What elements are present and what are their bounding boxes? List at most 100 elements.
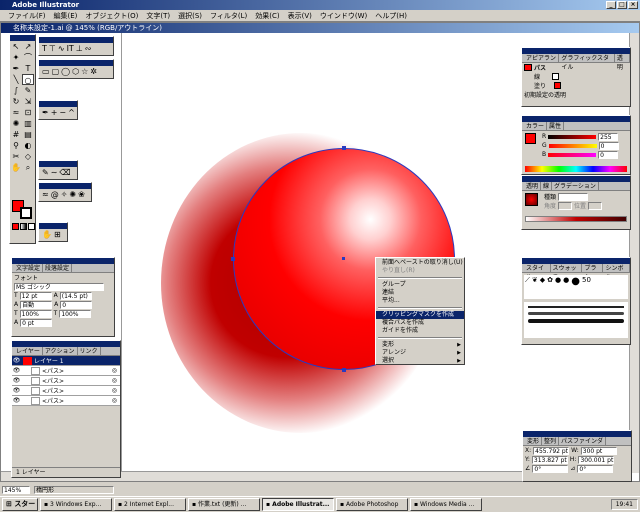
color-mode-button[interactable] <box>12 223 19 230</box>
add-anchor-tool-icon[interactable]: + <box>51 108 58 117</box>
gradient-location-field[interactable] <box>588 201 603 210</box>
context-menu-item[interactable]: アレンジ ▶ <box>376 349 464 357</box>
gradient-angle-field[interactable] <box>558 201 573 210</box>
graph-tool-icon[interactable]: ▥ <box>22 118 34 129</box>
page-tool-icon[interactable]: ⊞ <box>54 230 61 239</box>
blend-tool-icon[interactable]: ◐ <box>22 140 34 151</box>
vertical-scale-field[interactable]: 100% <box>19 309 52 318</box>
brush-swatch[interactable]: ● <box>571 276 580 298</box>
font-size-field[interactable]: 12 pt <box>19 291 52 300</box>
direct-select-tool-icon[interactable]: ↗ <box>22 41 34 52</box>
tab-brushes[interactable]: ブラシ <box>582 264 604 281</box>
target-icon[interactable]: ◎ <box>112 377 117 384</box>
scallop-tool-icon[interactable]: ❀ <box>78 190 85 199</box>
menu-item[interactable]: 表示(V) <box>284 11 316 21</box>
vertical-type-tool-icon[interactable]: ⅠT <box>67 44 74 53</box>
menu-item[interactable]: 文字(T) <box>142 11 174 21</box>
star-tool-icon[interactable]: ☆ <box>81 67 88 76</box>
scissors-tool-icon[interactable]: ✂ <box>10 151 22 162</box>
menu-item[interactable]: ウインドウ(W) <box>316 11 371 21</box>
eye-icon[interactable]: 👁 <box>12 387 21 394</box>
menu-item[interactable]: フィルタ(L) <box>206 11 251 21</box>
tab-links[interactable]: リンク <box>78 347 101 355</box>
smooth-tool-icon[interactable]: ∼ <box>51 168 58 177</box>
tab-transparency[interactable]: 透明 <box>615 54 630 71</box>
taskbar-button[interactable]: ▪ 3 Windows Exp... <box>40 498 112 511</box>
magic-wand-tool-icon[interactable]: ✦ <box>10 52 22 63</box>
brush-stroke[interactable] <box>528 306 624 308</box>
context-menu-item[interactable]: グループ <box>376 281 464 289</box>
menu-item[interactable]: ヘルプ(H) <box>371 11 411 21</box>
brush-stroke[interactable] <box>528 319 624 323</box>
brush-stroke[interactable] <box>528 312 624 315</box>
red-value-field[interactable]: 255 <box>598 132 619 141</box>
symbol-sprayer-tool-icon[interactable]: ✺ <box>10 118 22 129</box>
blue-value-field[interactable]: 0 <box>598 150 619 159</box>
eye-icon[interactable]: 👁 <box>12 367 21 374</box>
hand-tool-icon[interactable]: ✋ <box>10 162 22 173</box>
leading-field[interactable]: (14.5 pt) <box>59 291 92 300</box>
paintbrush-tool-icon[interactable]: ∫ <box>10 85 22 96</box>
tab-transparency2[interactable]: 透明 <box>524 182 542 190</box>
w-field[interactable]: 300 pt <box>580 446 617 455</box>
menu-item[interactable]: 選択(S) <box>174 11 206 21</box>
line-tool-icon[interactable]: ╲ <box>10 74 22 85</box>
vertical-path-type-tool-icon[interactable]: ∾ <box>85 44 92 53</box>
x-field[interactable]: 455.792 pt <box>533 446 570 455</box>
gradient-slider[interactable] <box>525 216 627 222</box>
hand-tool-icon[interactable]: ✋ <box>42 230 52 239</box>
ellipse-tool-icon[interactable]: ○ <box>22 74 34 85</box>
context-menu-item[interactable]: 平均... <box>376 297 464 305</box>
selection-tool-icon[interactable]: ↖ <box>10 41 22 52</box>
tab-pathfinder[interactable]: パスファインダ <box>559 437 607 445</box>
start-button[interactable]: ⊞ スタート <box>2 498 38 511</box>
eyedropper-tool-icon[interactable]: ⚲ <box>10 140 22 151</box>
h-field[interactable]: 300.001 pt <box>578 455 615 464</box>
brush-swatch[interactable]: ⟋ <box>525 276 530 298</box>
layer-sublayer-row[interactable]: 👁 <パス> ◎ <box>12 366 120 376</box>
tab-paragraph[interactable]: 段落設定 <box>43 264 73 272</box>
rotate-tool-icon[interactable]: ↻ <box>10 96 22 107</box>
rectangle-tool-icon[interactable]: ▭ <box>42 67 50 76</box>
brush-swatch[interactable]: ● <box>563 276 569 298</box>
target-icon[interactable]: ◎ <box>112 397 117 404</box>
fill-row[interactable]: 塗り <box>522 81 630 90</box>
warp-tool-icon[interactable]: ≈ <box>42 190 49 199</box>
tab-swatches[interactable]: スウォッチ <box>551 264 583 281</box>
area-type-tool-icon[interactable]: ⊤ <box>49 44 56 53</box>
mesh-tool-icon[interactable]: # <box>10 129 22 140</box>
context-menu-item[interactable]: 連結 <box>376 289 464 297</box>
tab-character[interactable]: 文字設定 <box>14 264 44 272</box>
font-family-select[interactable]: MS ゴシック <box>14 282 104 291</box>
green-value-field[interactable]: 0 <box>598 141 619 150</box>
stroke-color-swatch[interactable] <box>20 207 32 219</box>
maximize-button[interactable]: □ <box>617 1 627 9</box>
vertical-area-type-tool-icon[interactable]: ⊥ <box>76 44 83 53</box>
context-menu-item[interactable]: 選択 ▶ <box>376 357 464 365</box>
layer-sublayer-row[interactable]: 👁 <パス> ◎ <box>12 386 120 396</box>
taskbar-button[interactable]: ▪ Adobe Photoshop <box>336 498 408 511</box>
gradient-tool-icon[interactable]: ▤ <box>22 129 34 140</box>
target-icon[interactable]: ◎ <box>112 387 117 394</box>
zoom-field[interactable]: 145% <box>2 485 30 494</box>
context-menu-item[interactable]: 前面へペーストの取り消し(U) <box>376 259 464 267</box>
layer-row[interactable]: 👁 レイヤー 1 <box>12 356 120 366</box>
type-tool-icon[interactable]: T <box>42 44 47 53</box>
context-menu-item[interactable]: 複合パスを作成 <box>376 319 464 327</box>
close-button[interactable]: × <box>628 1 638 9</box>
rounded-rect-tool-icon[interactable]: ▢ <box>52 67 60 76</box>
context-menu-item[interactable]: 変形 ▶ <box>376 341 464 349</box>
delete-anchor-tool-icon[interactable]: − <box>59 108 66 117</box>
type-tool-icon[interactable]: T <box>22 63 34 74</box>
bloat-tool-icon[interactable]: ✺ <box>69 190 76 199</box>
pen-tool-icon[interactable]: ✒ <box>10 63 22 74</box>
tab-actions[interactable]: アクション <box>43 347 78 355</box>
brush-swatch[interactable]: ◆ <box>540 276 545 298</box>
eye-icon[interactable]: 👁 <box>12 377 21 384</box>
y-field[interactable]: 313.827 pt <box>531 455 568 464</box>
blue-slider[interactable] <box>548 152 597 157</box>
flare-tool-icon[interactable]: ✲ <box>90 67 97 76</box>
brush-swatch[interactable]: ❦ <box>532 276 538 298</box>
horizontal-scale-field[interactable]: 100% <box>59 309 92 318</box>
color-fill-swatch[interactable] <box>525 133 536 144</box>
